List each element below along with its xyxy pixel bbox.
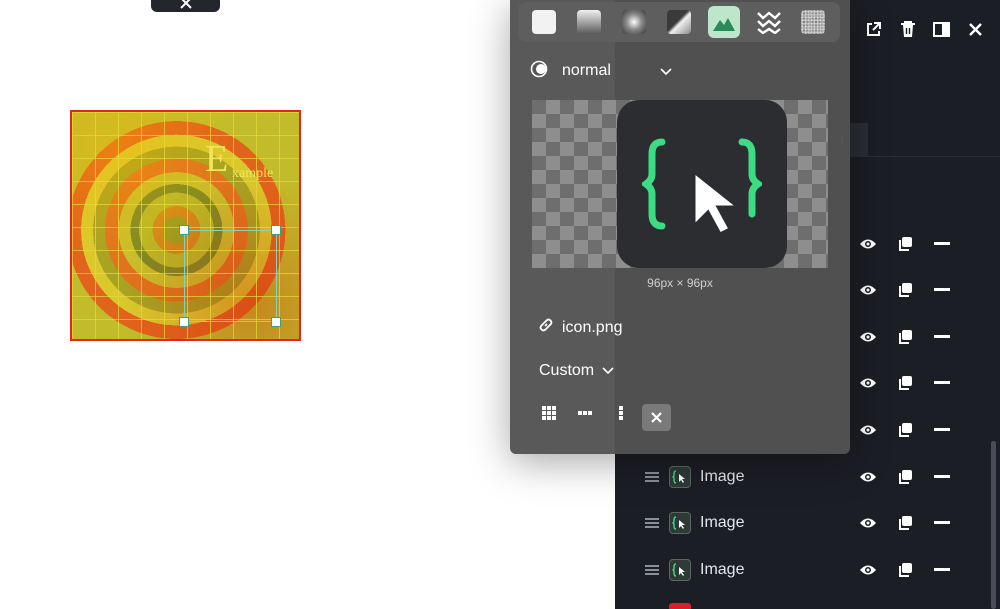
layer-actions [859, 421, 951, 439]
chevron-down-icon[interactable] [660, 63, 672, 81]
duplicate-icon[interactable] [896, 328, 914, 346]
close-icon[interactable] [967, 19, 984, 39]
layer-row[interactable]: Image [615, 454, 1000, 500]
drag-handle-icon[interactable] [645, 565, 659, 575]
blend-mode-icon [530, 60, 548, 83]
duplicate-icon[interactable] [896, 374, 914, 392]
linear-gradient-icon[interactable] [573, 6, 605, 38]
layer-actions [859, 374, 951, 392]
image-fill-icon[interactable] [707, 6, 740, 38]
fill-type-selector [518, 2, 840, 42]
layers-scrollbar[interactable] [991, 441, 996, 609]
remove-icon[interactable] [933, 281, 951, 299]
open-external-icon[interactable] [865, 19, 882, 39]
layer-thumbnail [669, 603, 691, 609]
drag-handle-icon[interactable] [645, 518, 659, 528]
layer-name: Image [700, 468, 745, 485]
artwork-text-small: xample [232, 166, 274, 181]
artwork-text-large: E [205, 138, 229, 180]
image-file-name: icon.png [562, 318, 623, 336]
remove-icon[interactable] [933, 468, 951, 486]
remove-icon[interactable] [933, 328, 951, 346]
layer-actions [859, 468, 951, 486]
resize-handle-top-right[interactable] [271, 225, 281, 235]
layer-thumbnail [669, 559, 691, 581]
fill-popover: normal 96px × 96px icon.png Custom [510, 0, 850, 454]
eye-icon[interactable] [859, 514, 877, 532]
link-icon [538, 317, 554, 338]
blend-mode-value: normal [562, 62, 611, 79]
duplicate-icon[interactable] [896, 281, 914, 299]
resize-handle-bottom-right[interactable] [271, 317, 281, 327]
tile-horizontal-icon[interactable] [576, 404, 594, 422]
remove-icon[interactable] [933, 514, 951, 532]
no-tiling-button[interactable] [642, 404, 671, 431]
remove-icon[interactable] [933, 561, 951, 579]
close-icon [179, 0, 192, 9]
duplicate-icon[interactable] [896, 514, 914, 532]
layer-actions [859, 235, 951, 253]
radial-gradient-icon[interactable] [618, 6, 650, 38]
solid-fill-icon[interactable] [528, 6, 560, 38]
eye-icon[interactable] [859, 328, 877, 346]
eye-icon[interactable] [859, 468, 877, 486]
duplicate-icon[interactable] [896, 468, 914, 486]
layer-thumbnail [669, 466, 691, 488]
layer-actions [859, 328, 951, 346]
size-mode-select[interactable]: Custom [539, 362, 614, 380]
code-cursor-icon [617, 100, 787, 268]
drag-handle-icon[interactable] [645, 472, 659, 482]
chevron-down-icon [602, 362, 614, 380]
layer-actions [859, 514, 951, 532]
image-dimensions: 96px × 96px [647, 276, 713, 290]
remove-icon[interactable] [933, 235, 951, 253]
layer-thumbnail [669, 512, 691, 534]
resize-handle-top-left[interactable] [179, 225, 189, 235]
layer-name: Image [700, 561, 745, 578]
remove-icon[interactable] [933, 421, 951, 439]
eye-icon[interactable] [859, 281, 877, 299]
size-mode-value: Custom [539, 362, 595, 379]
blend-mode-select[interactable]: normal [530, 60, 611, 82]
canvas-close-button[interactable] [151, 0, 220, 12]
eye-icon[interactable] [859, 235, 877, 253]
remove-icon[interactable] [933, 374, 951, 392]
panel-toolbar [865, 19, 984, 39]
pattern-fill-icon[interactable] [753, 6, 785, 38]
duplicate-icon[interactable] [896, 235, 914, 253]
duplicate-icon[interactable] [896, 421, 914, 439]
layer-actions [859, 561, 951, 579]
close-icon [651, 412, 662, 423]
tile-vertical-icon[interactable] [612, 404, 630, 422]
tiling-options [540, 404, 630, 422]
layer-row[interactable]: Image [615, 500, 1000, 546]
layer-row[interactable]: Image [615, 547, 1000, 593]
tile-grid-icon[interactable] [540, 404, 558, 422]
layer-actions [859, 281, 951, 299]
resize-handle-bottom-left[interactable] [179, 317, 189, 327]
selection-box[interactable] [184, 230, 277, 322]
angular-gradient-icon[interactable] [663, 6, 695, 38]
trash-icon[interactable] [899, 19, 916, 39]
noise-fill-icon[interactable] [797, 6, 829, 38]
duplicate-icon[interactable] [896, 561, 914, 579]
canvas-artwork[interactable]: E xample [70, 110, 301, 341]
eye-icon[interactable] [859, 421, 877, 439]
eye-icon[interactable] [859, 374, 877, 392]
layer-name: Image [700, 514, 745, 531]
panel-toggle-icon[interactable] [933, 19, 950, 39]
eye-icon[interactable] [859, 561, 877, 579]
image-preview[interactable] [532, 100, 828, 268]
image-file-link[interactable]: icon.png [538, 317, 623, 338]
